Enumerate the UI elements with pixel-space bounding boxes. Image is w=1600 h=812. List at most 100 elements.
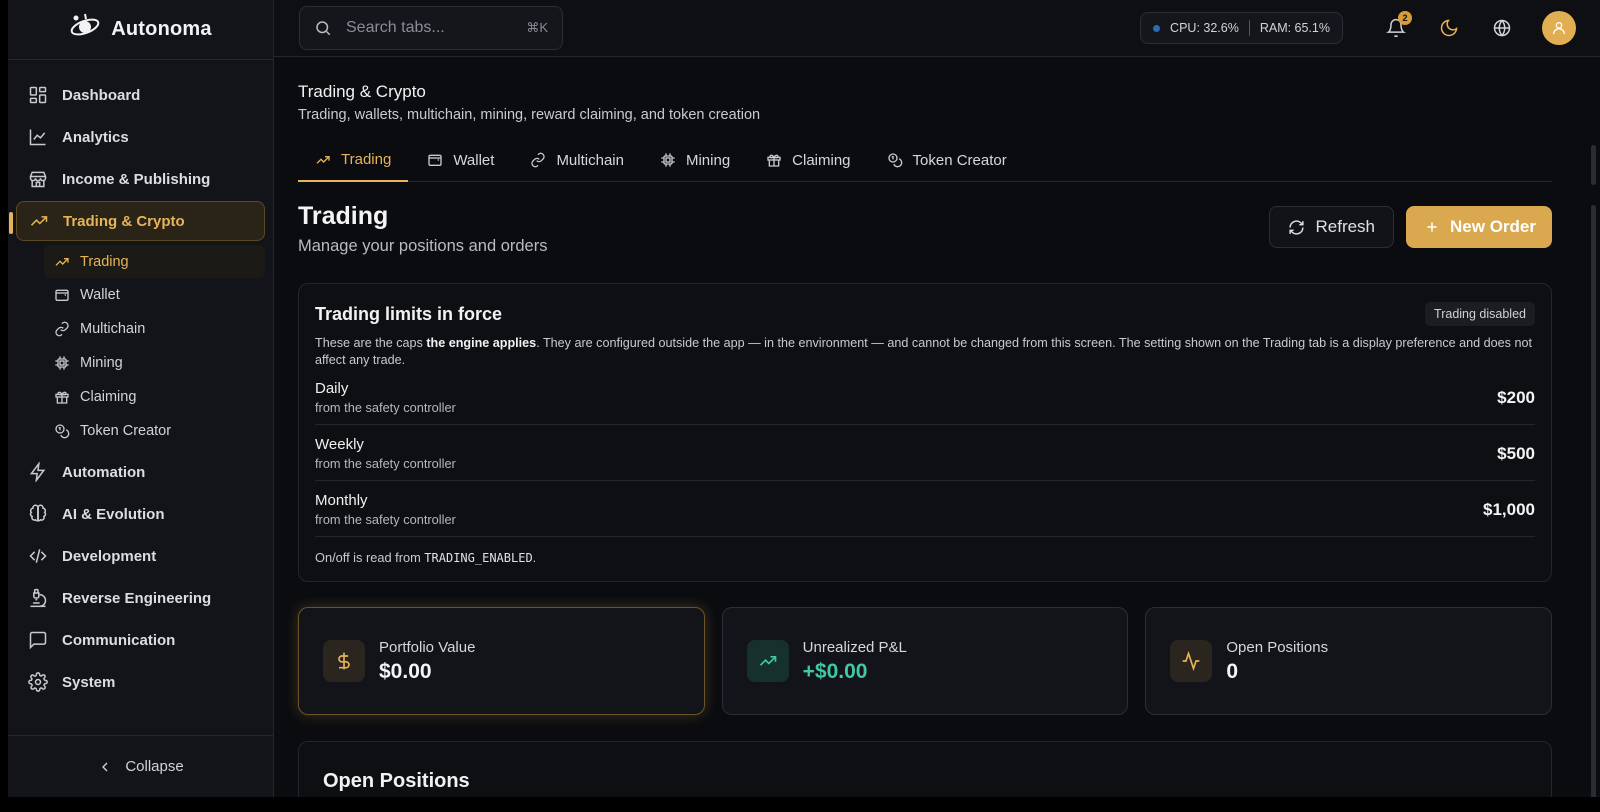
sidebar: Autonoma Dashboard Analytics Income & Pu… [8, 0, 274, 797]
language-button[interactable] [1484, 10, 1520, 46]
moon-icon [1440, 19, 1458, 37]
trading-limits-card: Trading limits in force Trading disabled… [298, 283, 1552, 582]
message-square-icon [29, 631, 47, 650]
topbar: Search tabs... ⌘K CPU: 32.6% RAM: 65.1% … [274, 0, 1600, 57]
brand[interactable]: Autonoma [8, 0, 273, 60]
cpu-usage: CPU: 32.6% [1170, 21, 1239, 35]
stat-icon-box [1170, 640, 1213, 682]
stat-icon-box [746, 640, 789, 682]
sidebar-item-label: Income & Publishing [62, 170, 211, 188]
sidebar-item-ai-evolution[interactable]: AI & Evolution [16, 493, 265, 535]
sidebar-item-automation[interactable]: Automation [16, 451, 265, 493]
sidebar-subitem-mining[interactable]: Mining [44, 346, 265, 380]
gear-icon [28, 672, 48, 692]
sidebar-subitem-label: Trading [80, 253, 129, 270]
open-positions-title: Open Positions [323, 770, 470, 792]
section-title: Trading & Crypto [298, 82, 426, 101]
sidebar-item-analytics[interactable]: Analytics [16, 116, 265, 158]
gift-icon [767, 154, 781, 167]
theme-toggle-button[interactable] [1431, 10, 1467, 46]
sidebar-item-communication[interactable]: Communication [16, 619, 265, 661]
sidebar-sub-list: Trading Wallet Multichain Mining Claimin… [44, 242, 265, 451]
tab-mining[interactable]: Mining [643, 139, 747, 181]
sidebar-item-label: Dashboard [62, 86, 141, 104]
tab-trading[interactable]: Trading [298, 139, 409, 182]
stat-card-unrealized-pnl[interactable]: Unrealized P&L +$0.00 [721, 607, 1129, 715]
tab-label: Claiming [792, 151, 851, 169]
coins-icon [55, 424, 70, 439]
microscope-icon [30, 588, 47, 608]
stat-label: Unrealized P&L [802, 638, 907, 656]
limit-value: $1,000 [1483, 499, 1535, 519]
new-order-label: New Order [1450, 217, 1536, 236]
trending-up-icon [30, 216, 48, 226]
user-icon [1553, 22, 1565, 35]
search-shortcut: ⌘K [526, 20, 548, 35]
trending-up-icon [55, 257, 69, 266]
tabs-scrollbar[interactable] [1591, 145, 1596, 185]
sidebar-item-label: Analytics [62, 128, 129, 146]
limit-value: $500 [1497, 443, 1535, 463]
coins-icon [887, 153, 902, 168]
brand-name: Autonoma [111, 18, 212, 40]
sidebar-item-reverse-engineering[interactable]: Reverse Engineering [16, 577, 265, 619]
sidebar-subitem-label: Wallet [80, 287, 120, 303]
sidebar-subitem-wallet[interactable]: Wallet [44, 278, 265, 312]
notifications-button[interactable]: 2 [1378, 10, 1414, 46]
stat-value: +$0.00 [802, 659, 868, 683]
stat-icon-box [323, 640, 365, 682]
sidebar-subitem-label: Mining [80, 355, 123, 371]
content: Trading & Crypto Trading, wallets, multi… [274, 57, 1600, 797]
limit-row-daily: Daily from the safety controller $200 [315, 369, 1535, 425]
sidebar-item-label: Reverse Engineering [62, 589, 212, 607]
cpu-icon [55, 356, 69, 370]
sidebar-item-system[interactable]: System [16, 661, 265, 703]
zap-icon [29, 462, 46, 482]
sidebar-subitem-trading[interactable]: Trading [44, 245, 265, 278]
section-subtitle: Trading, wallets, multichain, mining, re… [298, 107, 761, 123]
line-chart-icon [29, 129, 46, 146]
sidebar-item-development[interactable]: Development [16, 535, 265, 577]
trending-up-icon [759, 656, 777, 666]
tab-claiming[interactable]: Claiming [749, 139, 867, 181]
link-icon [531, 152, 546, 168]
sidebar-subitem-claiming[interactable]: Claiming [44, 380, 265, 414]
new-order-button[interactable]: New Order [1406, 206, 1552, 248]
limit-row-weekly: Weekly from the safety controller $500 [315, 425, 1535, 481]
tab-multichain[interactable]: Multichain [513, 139, 641, 181]
collapse-button[interactable]: Collapse [8, 735, 273, 797]
ram-usage: RAM: 65.1% [1259, 21, 1330, 35]
sidebar-item-income-publishing[interactable]: Income & Publishing [16, 158, 265, 200]
page-actions: Refresh New Order [1269, 206, 1552, 248]
link-icon [55, 321, 69, 337]
content-scrollbar[interactable] [1591, 205, 1596, 800]
user-avatar[interactable] [1542, 11, 1576, 45]
plus-icon [1427, 222, 1437, 232]
stat-value: 0 [1226, 659, 1239, 683]
gift-icon [55, 391, 69, 404]
atom-logo-icon [69, 11, 101, 48]
limit-name: Monthly [315, 492, 368, 509]
search-placeholder: Search tabs... [346, 19, 445, 36]
stat-label: Open Positions [1226, 638, 1329, 656]
stat-card-portfolio-value[interactable]: Portfolio Value $0.00 [298, 607, 705, 715]
tab-label: Multichain [556, 151, 624, 169]
code-icon [29, 549, 47, 563]
sidebar-subitem-token-creator[interactable]: Token Creator [44, 414, 265, 448]
sidebar-item-label: AI & Evolution [62, 505, 165, 523]
cpu-icon [661, 153, 675, 167]
wallet-icon [428, 154, 442, 166]
tab-token-creator[interactable]: Token Creator [870, 139, 1024, 181]
stat-card-open-positions[interactable]: Open Positions 0 [1145, 607, 1553, 715]
sidebar-item-dashboard[interactable]: Dashboard [16, 74, 265, 116]
sidebar-item-trading-crypto[interactable]: Trading & Crypto [9, 201, 265, 241]
sidebar-subitem-multichain[interactable]: Multichain [44, 312, 265, 346]
system-stats: CPU: 32.6% RAM: 65.1% [1140, 12, 1343, 44]
status-dot [1153, 24, 1161, 32]
status-badge: Trading disabled [1425, 302, 1535, 326]
sidebar-item-label: Communication [62, 631, 176, 649]
refresh-button[interactable]: Refresh [1269, 206, 1395, 248]
search-input[interactable]: Search tabs... ⌘K [299, 6, 563, 50]
tab-wallet[interactable]: Wallet [410, 139, 511, 181]
limit-value: $200 [1497, 387, 1535, 407]
